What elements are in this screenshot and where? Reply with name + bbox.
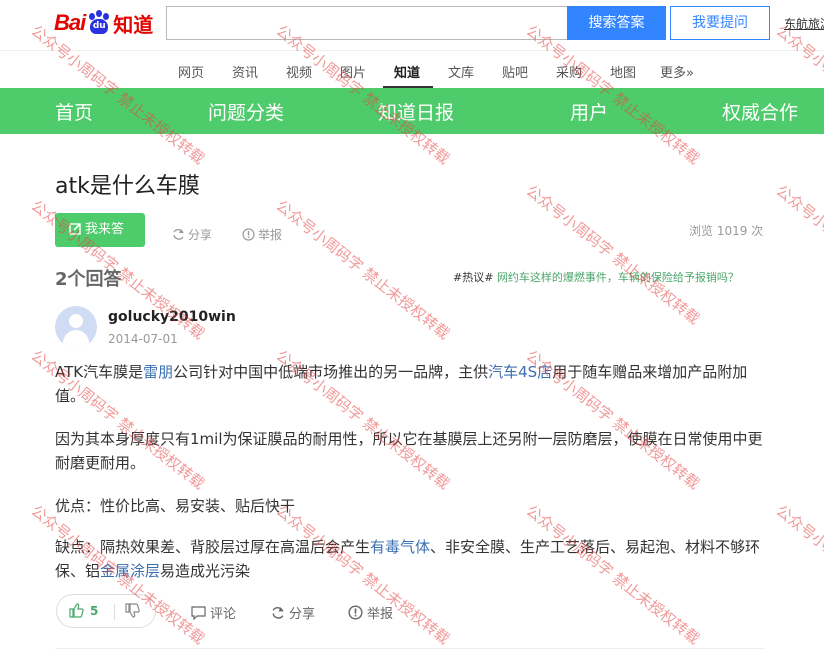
watermark: 公众号小周码字 禁止未授权转载 xyxy=(522,181,704,328)
product-nav: 网页 资讯 视频 图片 知道 文库 贴吧 采购 地图 更多» xyxy=(0,50,824,89)
question-report[interactable]: 举报 xyxy=(242,226,282,243)
answer-share-button[interactable]: 分享 xyxy=(271,603,315,622)
zhidao-main-nav: 首页 问题分类 知道日报 用户 权威合作 xyxy=(0,88,824,134)
baidu-zhidao-logo[interactable]: Bai du 知道 xyxy=(54,8,153,38)
comment-button[interactable]: 评论 xyxy=(191,603,236,622)
avatar[interactable] xyxy=(55,306,97,348)
logo-text-du: du xyxy=(90,19,109,34)
hot-topic-tag: #热议# xyxy=(453,271,494,284)
report-icon xyxy=(348,605,363,620)
question-report-label: 举报 xyxy=(258,228,283,242)
thumbs-up-icon xyxy=(69,603,84,618)
nav-web[interactable]: 网页 xyxy=(178,62,204,81)
answer-paragraph-4: 缺点：隔热效果差、背胶层过厚在高温后会产生有毒气体、非安全膜、生产工艺落后、易起… xyxy=(55,535,765,583)
divider xyxy=(55,648,765,649)
answer-button[interactable]: 我来答 xyxy=(55,213,145,247)
text-span: 易造成光污染 xyxy=(160,562,251,580)
mainnav-partners[interactable]: 权威合作 xyxy=(722,98,798,125)
text-span: 缺点：隔热效果差、背胶层过厚在高温后会产生 xyxy=(55,538,371,556)
mainnav-users[interactable]: 用户 xyxy=(570,98,608,125)
report-icon xyxy=(242,228,255,241)
mainnav-daily[interactable]: 知道日报 xyxy=(378,98,454,125)
share-icon xyxy=(173,228,184,240)
answer-report-button[interactable]: 举报 xyxy=(348,603,393,622)
nav-zhidao[interactable]: 知道 xyxy=(394,62,420,81)
answer-paragraph-2: 因为其本身厚度只有1mil为保证膜品的耐用性，所以它在基膜层上还另附一层防磨层，… xyxy=(55,430,763,472)
logo-text-zhidao: 知道 xyxy=(113,12,154,37)
answer-share-label: 分享 xyxy=(289,607,316,622)
paw-icon: du xyxy=(86,10,112,36)
mainnav-home[interactable]: 首页 xyxy=(55,98,93,125)
share-icon xyxy=(272,606,284,619)
top-header: Bai du 知道 搜索答案 我要提问 东航旅游 xyxy=(0,0,824,50)
dislike-button[interactable] xyxy=(125,603,140,622)
answer-count: 2个回答 xyxy=(55,269,122,290)
answer-report-label: 举报 xyxy=(367,607,394,622)
watermark: 公众号小周码字 禁止未授权转载 xyxy=(772,501,824,648)
view-count: 浏览 1019 次 xyxy=(689,224,764,238)
link-leipeng[interactable]: 雷朋 xyxy=(143,363,173,381)
answer-date: 2014-07-01 xyxy=(108,332,178,346)
text-span: 公司针对中国中低端市场推出的另一品牌，主供 xyxy=(173,363,489,381)
link-4s-store[interactable]: 汽车4S店 xyxy=(488,363,552,381)
header-promo-link[interactable]: 东航旅游 xyxy=(784,15,824,32)
like-count: 5 xyxy=(90,603,99,618)
comment-icon xyxy=(191,605,206,620)
nav-video[interactable]: 视频 xyxy=(286,62,312,81)
link-toxic-gas[interactable]: 有毒气体 xyxy=(370,538,430,556)
nav-news[interactable]: 资讯 xyxy=(232,62,258,81)
ask-question-button[interactable]: 我要提问 xyxy=(670,6,770,40)
logo-text-bai: Bai xyxy=(54,10,86,35)
nav-tieba[interactable]: 贴吧 xyxy=(502,62,528,81)
edit-icon xyxy=(69,223,81,235)
like-button[interactable]: 5 xyxy=(69,603,98,618)
answer-button-label: 我来答 xyxy=(85,222,125,237)
text-span: ATK汽车膜是 xyxy=(55,363,144,381)
comment-label: 评论 xyxy=(210,607,237,622)
vote-bar: 5 xyxy=(56,594,156,628)
question-share-label: 分享 xyxy=(188,228,213,242)
nav-wenku[interactable]: 文库 xyxy=(448,62,474,81)
nav-purchase[interactable]: 采购 xyxy=(556,62,582,81)
thumbs-down-icon xyxy=(125,603,140,618)
answer-username[interactable]: golucky2010win xyxy=(108,309,236,325)
nav-more[interactable]: 更多» xyxy=(660,62,694,81)
nav-map[interactable]: 地图 xyxy=(610,62,636,81)
watermark: 公众号小周码字 禁止未授权转载 xyxy=(272,196,454,343)
question-share[interactable]: 分享 xyxy=(172,226,212,243)
answer-paragraph-3: 优点：性价比高、易安装、贴后快干 xyxy=(55,497,296,515)
search-button[interactable]: 搜索答案 xyxy=(567,6,666,40)
nav-images[interactable]: 图片 xyxy=(340,62,366,81)
page: Bai du 知道 搜索答案 我要提问 东航旅游 网页 资讯 视频 图片 知道 … xyxy=(0,0,824,655)
link-metal-coating[interactable]: 金属涂层 xyxy=(100,562,160,580)
hot-topic[interactable]: #热议# 网约车这样的爆燃事件，车辆的保险给予报销吗？ xyxy=(453,269,739,285)
mainnav-categories[interactable]: 问题分类 xyxy=(208,98,284,125)
watermark: 公众号小周码字 禁止未授权转载 xyxy=(772,181,824,328)
answer-paragraph-1: ATK汽车膜是雷朋公司针对中国中低端市场推出的另一品牌，主供汽车4S店用于随车赠… xyxy=(55,360,765,408)
hot-topic-link[interactable]: 网约车这样的爆燃事件，车辆的保险给予报销吗？ xyxy=(497,271,739,284)
search-input[interactable] xyxy=(166,6,567,40)
question-title: atk是什么车膜 xyxy=(55,174,200,199)
